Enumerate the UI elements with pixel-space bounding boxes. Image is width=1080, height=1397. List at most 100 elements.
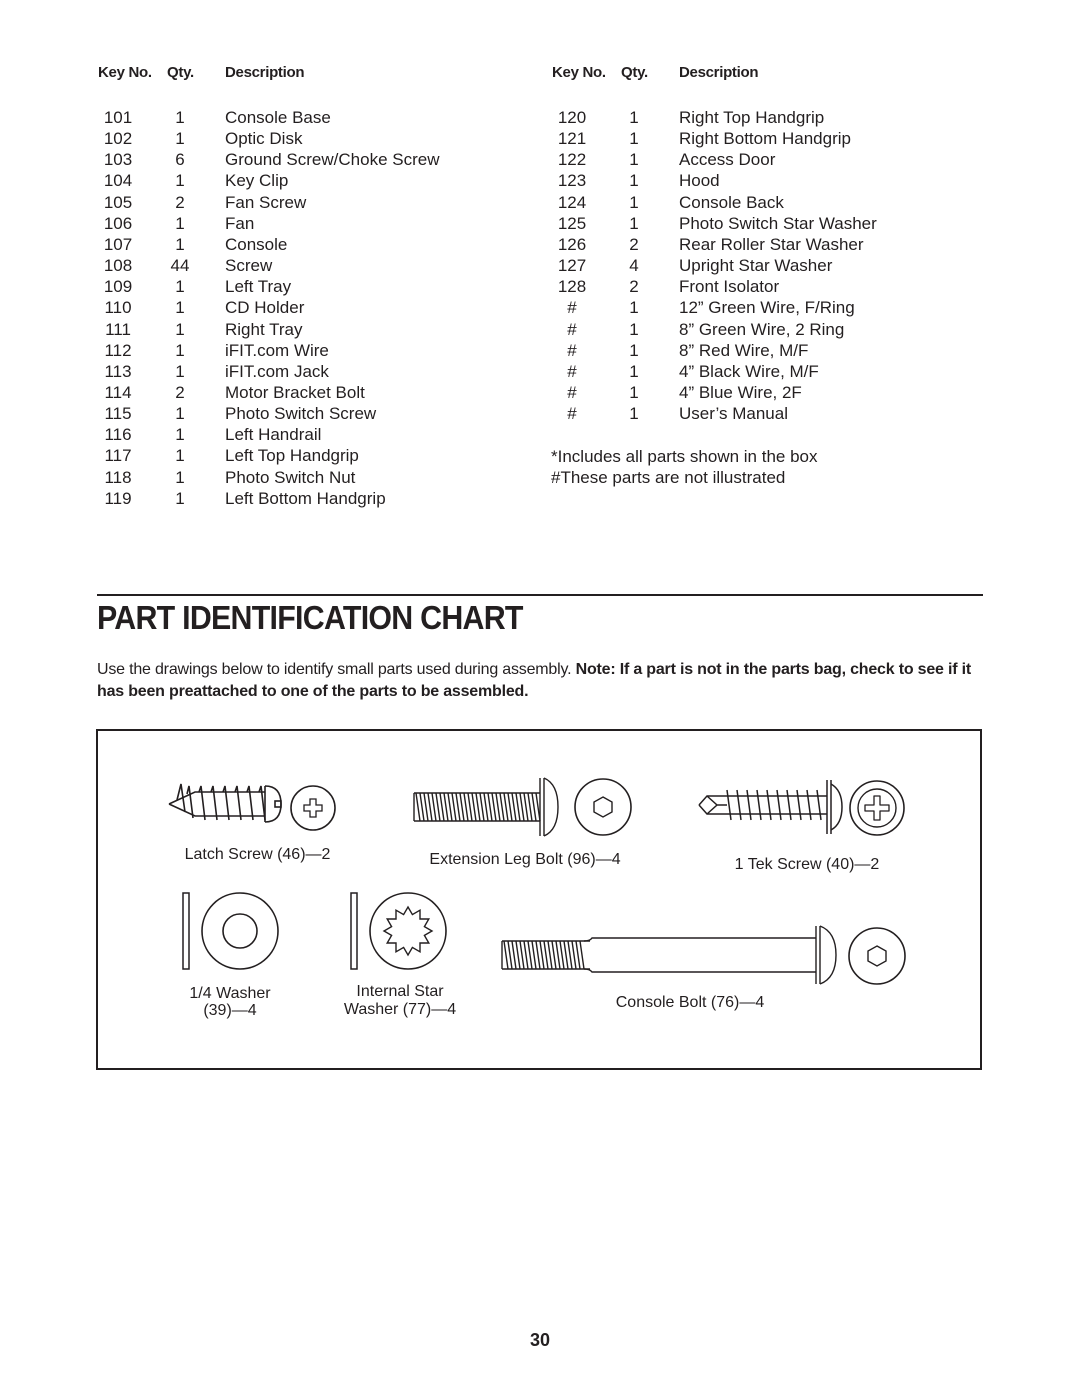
quantity: 1 [175,213,185,233]
description: Left Handrail [225,425,322,445]
quantity: 1 [629,192,639,212]
description: Photo Switch Nut [225,467,356,487]
star-washer-side-icon [350,892,358,970]
description: Right Tray [225,319,303,339]
latch-screw-icon [168,783,282,823]
footnote-included: *Includes all parts shown in the box [551,447,818,466]
tek-screw-head-icon [849,780,905,836]
key-number: 113 [104,361,132,381]
description: Fan Screw [225,192,307,212]
description: Upright Star Washer [679,256,833,276]
quantity: 1 [175,467,185,487]
description: Screw [225,256,273,276]
star-washer-label-line1: Internal Star [356,983,444,1000]
quantity: 2 [629,234,639,254]
washer-label-line2: (39)—4 [203,1002,257,1019]
description: 12” Green Wire, F/Ring [679,298,855,318]
quantity: 1 [175,108,185,127]
quantity: 6 [175,150,185,170]
description: Right Bottom Handgrip [679,129,851,149]
description: iFIT.com Jack [225,361,329,381]
key-number: 120 [557,108,587,127]
description: 8” Red Wire, M/F [679,340,809,360]
quantity: 1 [629,108,639,127]
console-bolt-head-icon [848,927,906,985]
quantity: 1 [629,150,639,170]
quantity: 1 [175,298,185,318]
key-number: 115 [104,404,132,424]
description: 4” Black Wire, M/F [679,361,819,381]
quantity: 1 [175,171,185,191]
quantity: 1 [175,340,185,360]
description: Front Isolator [679,277,780,297]
description: Photo Switch Screw [225,404,377,424]
quantity: 1 [175,319,185,339]
description: Rear Roller Star Washer [679,234,864,254]
key-number: 122 [557,150,587,170]
key-number: 109 [103,277,133,297]
quantity: 1 [629,129,639,149]
console-bolt-icon [501,925,837,985]
description: Console [225,234,288,254]
key-number: # [567,319,577,339]
quantity: 1 [629,298,639,318]
description: Console Base [225,108,331,127]
key-number: 104 [103,171,133,191]
key-number: # [567,361,577,381]
description: 4” Blue Wire, 2F [679,382,802,402]
description: iFIT.com Wire [225,340,329,360]
key-number: 124 [557,192,587,212]
description: Left Bottom Handgrip [225,488,386,508]
quantity: 1 [629,382,639,402]
page-number: 30 [529,1330,551,1350]
key-number: 123 [557,171,587,191]
key-number: 106 [103,213,133,233]
key-number: 101 [103,108,133,127]
description: Fan [225,213,255,233]
description: Key Clip [225,171,289,191]
intro-plain: Use the drawings below to identify small… [97,661,576,678]
key-number: 105 [103,192,133,212]
description: Photo Switch Star Washer [679,213,877,233]
footnote-not-illustrated: #These parts are not illustrated [551,468,786,487]
section-title: PART IDENTIFICATION CHART [97,594,983,637]
key-number: 127 [557,256,587,276]
right-header-qty: Qty. [621,64,648,81]
description: Console Back [679,192,784,212]
key-number: 114 [104,382,132,402]
description: Optic Disk [225,129,303,149]
extension-leg-bolt-label: Extension Leg Bolt (96)—4 [429,851,621,868]
description: Left Top Handgrip [225,446,359,466]
right-header-key: Key No. [552,64,606,81]
key-number: # [567,382,577,402]
left-header-qty: Qty. [167,64,194,81]
key-number: # [567,298,577,318]
key-number: 117 [104,446,132,466]
description: Right Top Handgrip [679,108,825,127]
key-number: 111 [105,319,131,339]
key-number: 126 [557,234,587,254]
section-title-text: PART IDENTIFICATION CHART [97,599,523,636]
quantity: 1 [175,425,185,445]
left-header-description: Description [225,64,305,81]
left-header-key: Key No. [98,64,152,81]
quantity: 1 [175,361,185,381]
description: User’s Manual [679,404,788,424]
description: 8” Green Wire, 2 Ring [679,319,845,339]
key-number: 107 [103,234,133,254]
star-washer-face-icon [369,892,447,970]
quantity: 1 [175,129,185,149]
star-washer-label-line2: Washer (77)—4 [343,1001,457,1018]
quantity: 1 [629,361,639,381]
description: Access Door [679,150,776,170]
quantity: 1 [175,404,185,424]
quantity: 1 [629,213,639,233]
extension-leg-bolt-head-icon [574,778,632,836]
quantity: 2 [175,382,185,402]
description: Motor Bracket Bolt [225,382,365,402]
key-number: 112 [104,340,132,360]
intro-text: Use the drawings below to identify small… [97,659,987,703]
key-number: # [567,340,577,360]
description: Hood [679,171,720,191]
extension-leg-bolt-icon [413,777,559,837]
